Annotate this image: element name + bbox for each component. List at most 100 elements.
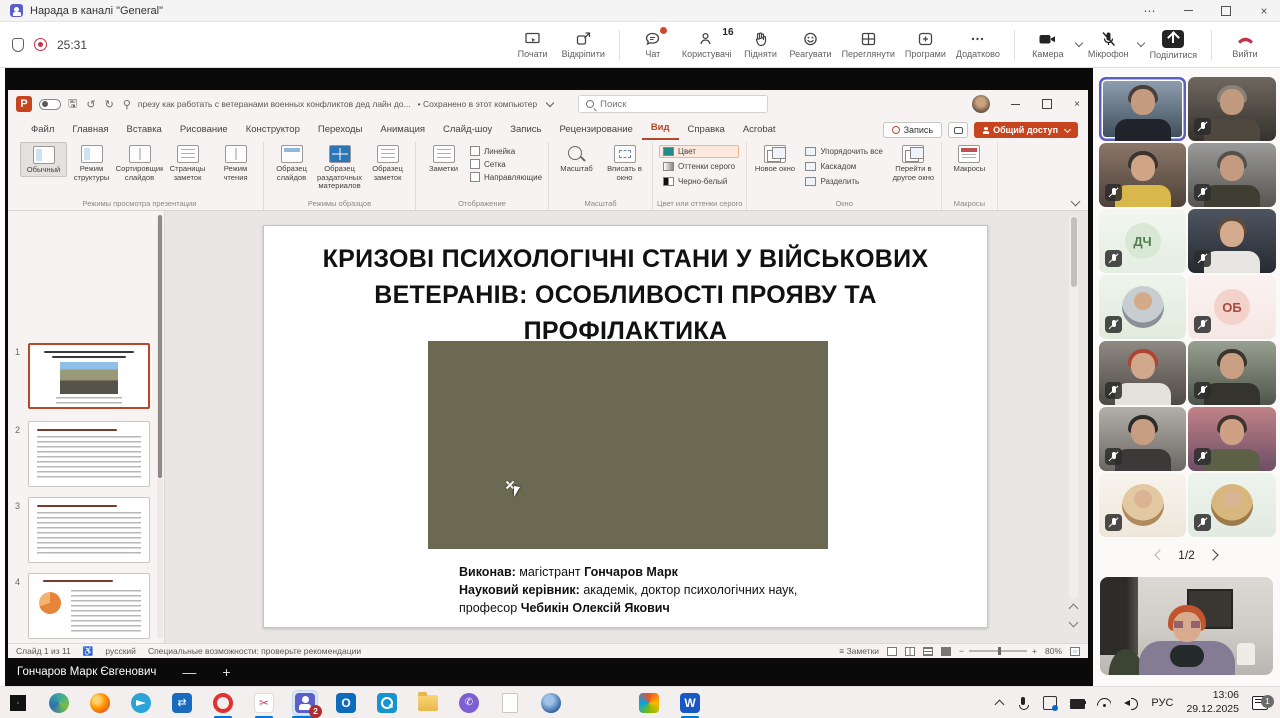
- ppt-record-button[interactable]: Запись: [883, 122, 943, 138]
- ppt-share-button[interactable]: Общий доступ: [974, 122, 1078, 138]
- ribbon-option[interactable]: Разделить: [801, 175, 886, 188]
- taskbar-icon-telegram[interactable]: [129, 691, 153, 715]
- ribbon-button[interactable]: Перейти в другое окно: [890, 142, 937, 183]
- chat-button[interactable]: Чат: [630, 24, 676, 66]
- participant-video-tile[interactable]: [1099, 275, 1186, 339]
- ppt-search-box[interactable]: Поиск: [578, 95, 768, 113]
- ribbon-button[interactable]: Новое окно: [751, 142, 798, 175]
- view-button[interactable]: Переглянути: [838, 24, 899, 66]
- slide-thumbnail-1[interactable]: [28, 343, 150, 409]
- window-close-button[interactable]: ×: [1258, 5, 1270, 17]
- ribbon-button[interactable]: Образец заметок: [364, 142, 411, 183]
- language-indicator[interactable]: русский: [105, 646, 136, 656]
- participants-button[interactable]: 16 Користувачі: [678, 24, 736, 66]
- tray-app-icon[interactable]: [1043, 696, 1057, 710]
- raise-hand-button[interactable]: Підняти: [738, 24, 784, 66]
- thumbnail-scrollbar[interactable]: [157, 215, 163, 639]
- tray-microphone-icon[interactable]: [1016, 696, 1030, 710]
- self-video-tile[interactable]: [1100, 577, 1273, 675]
- participant-tile-initials-ДЧ[interactable]: ДЧ: [1099, 209, 1186, 273]
- checkbox-направляющие[interactable]: Направляющие: [470, 172, 542, 182]
- participant-video-tile[interactable]: [1099, 77, 1186, 141]
- ribbon-button[interactable]: Вписать в окно: [601, 142, 648, 183]
- more-options-button[interactable]: Додатково: [952, 24, 1004, 66]
- present-button[interactable]: Почати: [510, 24, 556, 66]
- autosave-toggle[interactable]: [39, 99, 61, 110]
- slide-thumbnail-4[interactable]: [28, 573, 150, 639]
- volume-icon[interactable]: [1124, 696, 1138, 710]
- ribbon-tab-главная[interactable]: Главная: [63, 121, 117, 140]
- next-page-button[interactable]: [1207, 549, 1218, 560]
- content-zoom-out-button[interactable]: —: [182, 664, 196, 680]
- ppt-close-button[interactable]: ×: [1074, 99, 1080, 110]
- content-zoom-in-button[interactable]: +: [222, 664, 230, 680]
- normal-view-button[interactable]: [887, 647, 897, 656]
- ribbon-tab-acrobat[interactable]: Acrobat: [734, 121, 785, 140]
- next-slide-button[interactable]: [1069, 618, 1079, 628]
- zoom-slider[interactable]: − +: [959, 646, 1037, 656]
- taskbar-icon-globe[interactable]: [539, 691, 563, 715]
- taskbar-icon-paint[interactable]: [637, 691, 661, 715]
- taskbar-icon-notepad[interactable]: [498, 691, 522, 715]
- participant-video-tile[interactable]: [1188, 341, 1276, 405]
- language-switcher[interactable]: РУС: [1151, 697, 1173, 709]
- react-button[interactable]: Реагувати: [786, 24, 836, 66]
- ribbon-button[interactable]: Страницы заметок: [164, 142, 211, 183]
- taskbar-icon-photos[interactable]: [375, 691, 399, 715]
- ribbon-button[interactable]: Макросы: [946, 142, 993, 175]
- taskbar-icon-outlook[interactable]: O: [334, 691, 358, 715]
- ribbon-tab-вставка[interactable]: Вставка: [118, 121, 171, 140]
- ribbon-tab-файл[interactable]: Файл: [22, 121, 63, 140]
- reading-view-button[interactable]: [923, 647, 933, 656]
- slide-thumbnail-3[interactable]: [28, 497, 150, 563]
- microphone-button[interactable]: Мікрофон: [1084, 24, 1133, 66]
- slide-canvas[interactable]: КРИЗОВІ ПСИХОЛОГІЧНІ СТАНИ У ВІЙСЬКОВИХ …: [263, 225, 988, 628]
- mic-options-chevron[interactable]: [1135, 24, 1144, 66]
- ribbon-tab-запись[interactable]: Запись: [501, 121, 550, 140]
- taskbar-icon-browser[interactable]: [47, 691, 71, 715]
- previous-page-button[interactable]: [1154, 549, 1165, 560]
- fit-slide-button[interactable]: [1070, 647, 1080, 656]
- title-chevron-icon[interactable]: [546, 98, 554, 106]
- wifi-icon[interactable]: [1097, 696, 1111, 710]
- ribbon-option[interactable]: Черно-белый: [659, 175, 739, 188]
- taskbar-icon-word[interactable]: W: [678, 691, 702, 715]
- pin-icon[interactable]: ⚲: [123, 98, 131, 111]
- zoom-in-icon[interactable]: +: [1032, 646, 1037, 656]
- participant-video-tile[interactable]: [1188, 473, 1276, 537]
- ribbon-option[interactable]: Каскадом: [801, 160, 886, 173]
- zoom-percent[interactable]: 80%: [1045, 646, 1062, 656]
- ribbon-button[interactable]: Сортировщик слайдов: [116, 142, 163, 183]
- unpin-button[interactable]: Відкріпити: [558, 24, 609, 66]
- camera-button[interactable]: Камера: [1025, 24, 1071, 66]
- redo-icon[interactable]: ↻: [105, 98, 114, 111]
- ribbon-button[interactable]: Масштаб: [553, 142, 600, 175]
- taskbar-icon-opera[interactable]: [211, 691, 235, 715]
- tray-overflow-chevron[interactable]: [995, 699, 1005, 709]
- slide-editing-area[interactable]: КРИЗОВІ ПСИХОЛОГІЧНІ СТАНИ У ВІЙСЬКОВИХ …: [165, 211, 1078, 643]
- ribbon-tab-конструктор[interactable]: Конструктор: [237, 121, 309, 140]
- ribbon-button[interactable]: Образец раздаточных материалов: [316, 142, 363, 192]
- taskbar-icon-firefox[interactable]: [88, 691, 112, 715]
- undo-icon[interactable]: ↺: [86, 98, 95, 111]
- slideshow-button[interactable]: [941, 647, 951, 656]
- comments-button[interactable]: [948, 122, 968, 138]
- ribbon-tab-анимация[interactable]: Анимация: [371, 121, 434, 140]
- slide-sorter-view-button[interactable]: [905, 647, 915, 656]
- notification-center-icon[interactable]: 1: [1252, 696, 1268, 710]
- ribbon-tab-вид[interactable]: Вид: [642, 119, 679, 140]
- participant-video-tile[interactable]: [1188, 209, 1276, 273]
- window-maximize-button[interactable]: [1220, 5, 1232, 17]
- ribbon-button[interactable]: Режим структуры: [68, 142, 115, 183]
- participant-tile-initials-ОБ[interactable]: ОБ: [1188, 275, 1276, 339]
- window-more-button[interactable]: ⋯: [1144, 5, 1156, 17]
- participant-video-tile[interactable]: [1188, 143, 1276, 207]
- participant-video-tile[interactable]: [1099, 143, 1186, 207]
- camera-options-chevron[interactable]: [1073, 24, 1082, 66]
- taskbar-icon-snip[interactable]: ✂: [252, 691, 276, 715]
- ppt-minimize-button[interactable]: [1011, 104, 1020, 105]
- zoom-track[interactable]: [969, 650, 1027, 652]
- ribbon-tab-рецензирование[interactable]: Рецензирование: [550, 121, 641, 140]
- zoom-out-icon[interactable]: −: [959, 646, 964, 656]
- taskbar-icon-teams[interactable]: 2: [293, 691, 317, 715]
